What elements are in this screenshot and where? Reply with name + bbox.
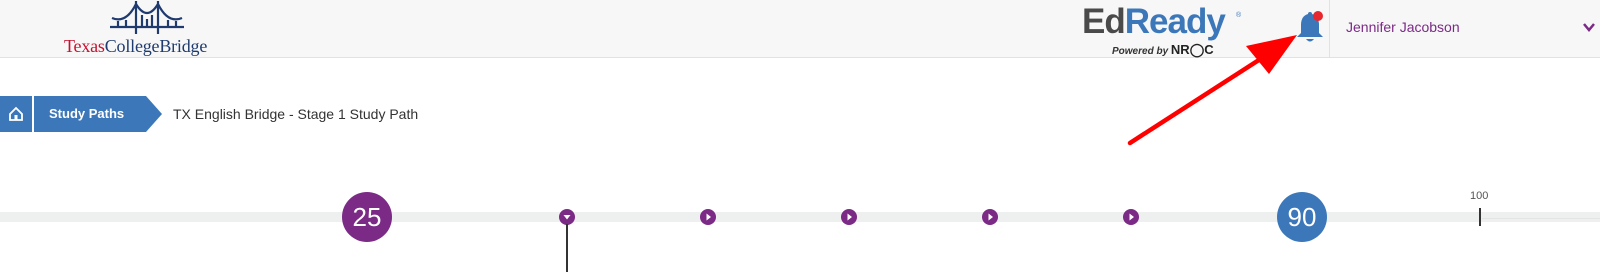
red-annotation-arrow-icon: [1127, 35, 1297, 146]
